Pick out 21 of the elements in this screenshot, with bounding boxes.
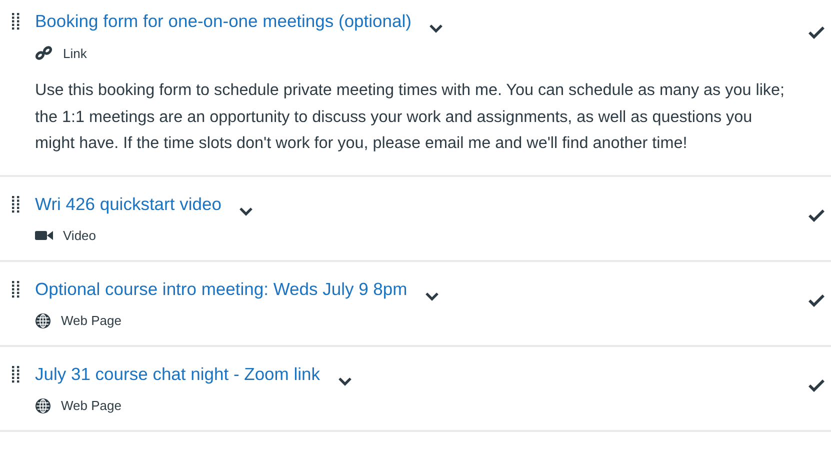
chevron-down-icon[interactable] [425,292,440,300]
item-type-label: Web Page [61,398,122,413]
item-title-link[interactable]: Optional course intro meeting: Weds July 9 8pm [35,276,408,302]
item-title-link[interactable]: July 31 course chat night - Zoom link [35,360,320,388]
drag-handle-icon[interactable] [10,280,22,298]
drag-handle-icon[interactable] [10,12,22,30]
globe-icon [35,312,51,328]
globe-icon [35,398,51,414]
item-type-label: Link [63,46,87,60]
chevron-down-icon[interactable] [429,24,444,33]
chevron-down-icon[interactable] [239,206,254,216]
drag-handle-icon[interactable] [10,364,22,382]
item-type-label: Video [63,228,96,243]
item-title-link[interactable]: Wri 426 quickstart video [35,190,222,218]
chevron-down-icon[interactable] [338,376,352,386]
link-icon [35,46,53,60]
item-title-link[interactable]: Booking form for one-on-one meetings (optional) [35,8,412,35]
drag-handle-icon[interactable] [10,194,22,212]
item-type-label: Web Page [61,313,122,328]
item-description: Use this booking form to schedule private meeting times with me. You can schedule as many as you like; the 1:1 meetings are an opportunity to discuss your work and assignments, as well as questions you might have. If the time slots don't work for you, please email me and we'll find another time! [35,80,786,154]
video-camera-icon [35,230,53,241]
